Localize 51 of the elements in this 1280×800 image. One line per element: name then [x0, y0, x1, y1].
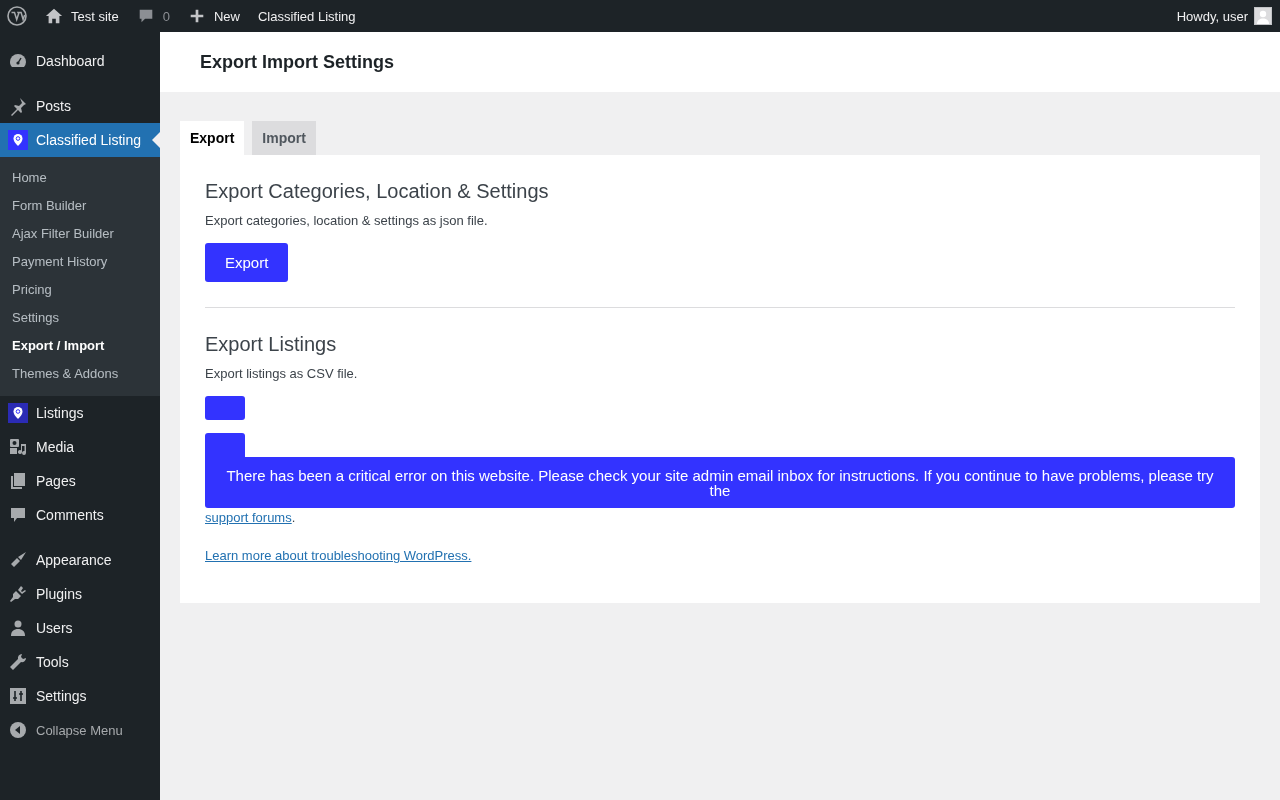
media-icon	[8, 437, 28, 457]
support-text: support forums.	[205, 510, 297, 525]
comment-count[interactable]: 0	[162, 8, 170, 24]
submenu-item[interactable]: Ajax Filter Builder	[0, 220, 160, 248]
menu-item[interactable]: Appearance	[0, 543, 160, 577]
blank-button[interactable]	[205, 396, 245, 420]
submenu-item[interactable]: Home	[0, 164, 160, 192]
plug-icon	[8, 584, 28, 604]
page-title: Export Import Settings	[200, 51, 394, 73]
submenu-item[interactable]: Form Builder	[0, 192, 160, 220]
menu-item[interactable]: Settings	[0, 679, 160, 713]
menu-item[interactable]: Comments	[0, 498, 160, 532]
submenu-item[interactable]: Pricing	[0, 276, 160, 304]
menu-item[interactable]: Listings	[0, 396, 160, 430]
greeting-link[interactable]: Howdy, user	[1176, 8, 1248, 24]
menu-item[interactable]: Users	[0, 611, 160, 645]
sliders-icon	[8, 686, 28, 706]
user-icon	[8, 618, 28, 638]
menu-item[interactable]: Dashboard	[0, 44, 160, 78]
menu-item[interactable]: Pages	[0, 464, 160, 498]
error-message: There has been a critical error on this website. Please check your site admin email inbox for instructions. If you continue to have problems, please try the	[226, 467, 1214, 499]
submenu-item[interactable]: Export / Import	[0, 332, 160, 360]
section-description: Export listings as CSV file.	[205, 366, 359, 381]
menu-item[interactable]: Media	[0, 430, 160, 464]
troubleshooting-link[interactable]: Learn more about troubleshooting WordPress.	[205, 548, 472, 563]
submenu-item[interactable]: Payment History	[0, 248, 160, 276]
menu-item[interactable]: Posts	[0, 89, 160, 123]
wordpress-logo-icon[interactable]	[7, 6, 27, 26]
tab[interactable]: Import	[252, 121, 316, 155]
section-title: Export Categories, Location & Settings	[205, 180, 550, 203]
submenu-item[interactable]: Settings	[0, 304, 160, 332]
blank-button[interactable]	[205, 433, 245, 457]
section-title: Export Listings	[205, 333, 338, 356]
pages-icon	[8, 471, 28, 491]
plugin-link[interactable]: Classified Listing	[257, 8, 356, 24]
listing-icon	[8, 403, 28, 423]
new-link[interactable]: New	[213, 8, 240, 24]
listing-icon	[8, 130, 28, 150]
wrench-icon	[8, 652, 28, 672]
tab[interactable]: Export	[180, 121, 245, 155]
menu-item[interactable]: Classified Listing	[0, 123, 160, 157]
site-name-link[interactable]: Test site	[71, 8, 119, 24]
submenu-item[interactable]: Themes & Addons	[0, 360, 160, 388]
section-description: Export categories, location & settings as json file.	[205, 213, 489, 228]
home-icon	[45, 7, 63, 25]
export-button[interactable]: Export	[205, 243, 289, 282]
menu-item[interactable]: Tools	[0, 645, 160, 679]
support-forums-link[interactable]: support forums	[205, 510, 292, 525]
collapse-menu-button[interactable]: Collapse Menu	[0, 713, 160, 747]
menu-item[interactable]: Plugins	[0, 577, 160, 611]
avatar-icon[interactable]	[1254, 7, 1272, 25]
